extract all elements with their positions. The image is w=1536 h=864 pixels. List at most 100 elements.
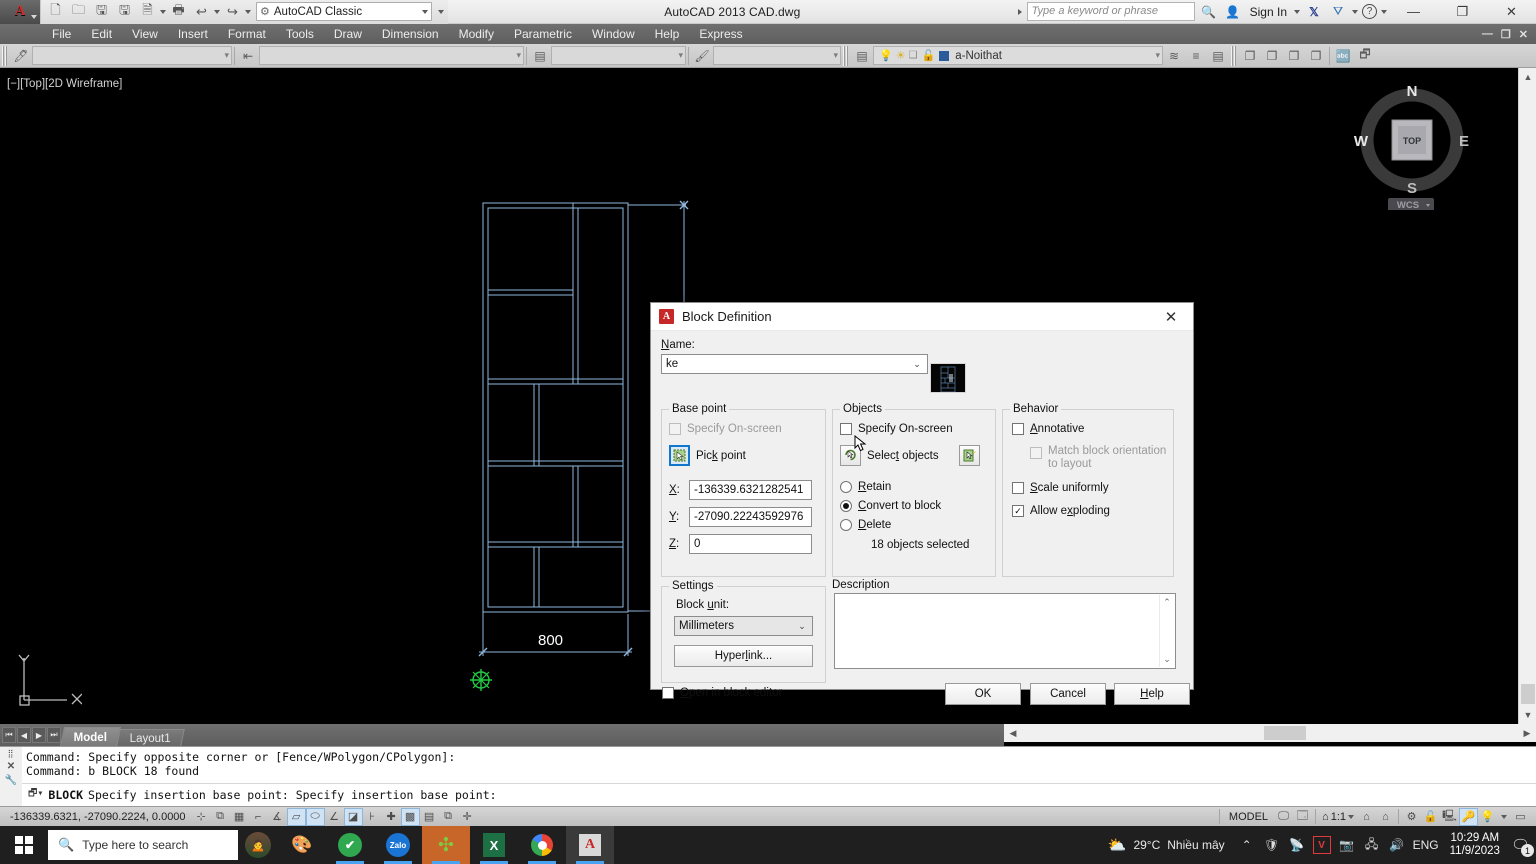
grid-display-icon[interactable]: ▦ <box>230 808 249 826</box>
taskbar-app-excel[interactable]: X <box>470 826 518 864</box>
bring-to-front-icon[interactable]: ❐ <box>1239 45 1261 67</box>
annotation-scale-control[interactable]: ⌂ 1:1 <box>1319 811 1357 823</box>
hyperlink-button[interactable]: Hyperlink... <box>674 645 813 667</box>
dynamic-input-icon[interactable]: ⊦ <box>363 808 382 826</box>
pick-point-row[interactable]: Pick point <box>669 445 825 466</box>
next-layout-button[interactable]: ▶ <box>32 727 46 743</box>
layer-control-combo[interactable]: 💡 ☀ ❑ 🔓 a-Noithat ▾ <box>873 46 1163 65</box>
draworder-toolbar-grip[interactable] <box>1231 45 1237 66</box>
dimension-style-combo[interactable]: ▾ <box>259 46 524 65</box>
layer-freeze-icon[interactable]: ☀ <box>893 49 906 62</box>
layer-match-icon[interactable]: ≡ <box>1185 45 1207 67</box>
command-drag-handle[interactable]: ⣿ <box>8 749 15 758</box>
clock[interactable]: 10:29 AM 11/9/2023 <box>1446 832 1504 858</box>
security-shield-icon[interactable]: 🛡 <box>1263 836 1281 854</box>
mleader-style-icon[interactable]: 🖌 <box>691 45 713 67</box>
autoscale-icon[interactable]: ⌂ <box>1376 808 1395 826</box>
chevron-down-icon[interactable] <box>1348 814 1354 819</box>
camera-icon[interactable]: 📷 <box>1338 836 1356 854</box>
allow-exploding-checkbox[interactable]: ✓ Allow exploding <box>1012 505 1173 517</box>
quick-properties-icon[interactable]: ▤ <box>420 808 439 826</box>
layer-vpfreeze-icon[interactable]: ❑ <box>906 50 918 61</box>
scroll-right-button[interactable]: ▶ <box>1518 724 1536 742</box>
network-icon[interactable]: 🖧 <box>1363 836 1381 854</box>
mleader-style-combo[interactable]: ▾ <box>713 46 841 65</box>
dialog-close-button[interactable]: ✕ <box>1149 303 1193 331</box>
block-name-input[interactable]: ke ⌄ <box>661 354 928 374</box>
plot-icon[interactable]: 🖶 <box>168 2 189 22</box>
base-y-input[interactable]: -27090.22243592976 <box>689 507 812 527</box>
autodesk-360-icon[interactable]: ⛛ <box>1328 2 1348 22</box>
bring-above-object-icon[interactable]: ❐ <box>1283 45 1305 67</box>
input-language[interactable]: ENG <box>1413 838 1439 852</box>
open-icon[interactable]: 🗀 <box>68 2 89 22</box>
plot-preview-dropdown-icon[interactable] <box>160 9 166 14</box>
dynamic-ucs-icon[interactable]: ◪ <box>343 807 363 826</box>
pick-point-button[interactable] <box>669 445 690 466</box>
dimension-style-icon[interactable]: ⇤ <box>237 45 259 67</box>
send-under-object-icon[interactable]: ❐ <box>1305 45 1327 67</box>
autodesk-360-dropdown-icon[interactable] <box>1352 9 1358 14</box>
save-icon[interactable]: 🖫 <box>91 2 112 22</box>
taskbar-app-unikey[interactable]: ✔ <box>326 826 374 864</box>
3d-object-snap-icon[interactable]: ⬭ <box>305 807 325 826</box>
menu-item-parametric[interactable]: Parametric <box>504 25 582 43</box>
wifi-icon[interactable]: 📡 <box>1288 836 1306 854</box>
delete-radio[interactable]: Delete <box>840 519 995 531</box>
menu-item-format[interactable]: Format <box>218 25 276 43</box>
menu-item-insert[interactable]: Insert <box>168 25 218 43</box>
taskbar-app-chrome[interactable] <box>518 826 566 864</box>
layer-properties-icon[interactable]: ▤ <box>851 45 873 67</box>
search-icon[interactable]: 🔍 <box>1199 2 1219 22</box>
scroll-up-button[interactable]: ⌃ <box>1163 597 1171 608</box>
base-specify-onscreen-checkbox[interactable]: Specify On-screen <box>669 423 825 435</box>
new-icon[interactable]: 🗋 <box>45 2 66 22</box>
unikey-v-icon[interactable]: V <box>1312 836 1331 854</box>
volume-icon[interactable]: 🔊 <box>1388 836 1406 854</box>
coordinates-display[interactable]: -136339.6321, -27090.2224, 0.0000 <box>0 811 192 823</box>
chevron-down-icon[interactable]: ⌄ <box>909 359 925 370</box>
status-bar-menu-icon[interactable]: 💡 <box>1478 808 1497 826</box>
exchange-apps-icon[interactable]: 𝕏 <box>1304 2 1324 22</box>
layer-states-icon[interactable]: ▤ <box>1207 45 1229 67</box>
retain-radio[interactable]: Retain <box>840 481 995 493</box>
lineweight-icon[interactable]: ✚ <box>382 808 401 826</box>
select-objects-button[interactable] <box>840 445 861 466</box>
scroll-down-button[interactable]: ⌄ <box>1163 654 1171 665</box>
workspace-switching-icon[interactable]: ⚙ <box>1402 808 1421 826</box>
close-button[interactable]: ✕ <box>1489 0 1534 24</box>
undo-dropdown-icon[interactable] <box>214 9 220 14</box>
start-button[interactable] <box>0 826 48 864</box>
ortho-mode-icon[interactable]: ⌐ <box>249 808 268 826</box>
status-bar-menu-chevron-icon[interactable] <box>1501 814 1507 819</box>
send-to-back-icon[interactable]: ❐ <box>1261 45 1283 67</box>
workspace-selector[interactable]: ⚙ AutoCAD Classic <box>256 2 432 21</box>
cancel-button[interactable]: Cancel <box>1030 683 1106 705</box>
annotative-checkbox[interactable]: Annotative <box>1012 423 1173 435</box>
tab-model[interactable]: Model <box>59 727 122 746</box>
scroll-up-button[interactable]: ▲ <box>1519 68 1536 86</box>
menu-item-view[interactable]: View <box>122 25 168 43</box>
chevron-down-icon[interactable]: ⌄ <box>794 621 810 632</box>
document-close-button[interactable]: ✕ <box>1519 28 1528 41</box>
taskbar-app-cortana[interactable]: 🙍 <box>238 826 278 864</box>
taskbar-app-zalo[interactable]: Zalo <box>374 826 422 864</box>
table-style-combo[interactable]: ▾ <box>551 46 686 65</box>
layer-color-swatch[interactable] <box>939 50 950 61</box>
weather-condition[interactable]: Nhiều mây <box>1167 838 1224 852</box>
menu-item-dimension[interactable]: Dimension <box>372 25 449 43</box>
command-close-icon[interactable]: ✕ <box>7 761 15 772</box>
horizontal-scrollbar[interactable]: ◀ ▶ <box>1004 724 1536 742</box>
snap-mode-icon[interactable]: ⧉ <box>211 808 230 826</box>
command-input[interactable]: 🗗▾ BLOCK Specify insertion base point: S… <box>22 783 1536 805</box>
layer-previous-icon[interactable]: ≋ <box>1163 45 1185 67</box>
redo-icon[interactable]: ↪ <box>222 2 243 22</box>
bring-text-to-front-icon[interactable]: 🔤 <box>1332 45 1354 67</box>
sign-in-button[interactable]: Sign In <box>1247 5 1290 19</box>
sign-in-dropdown-icon[interactable] <box>1294 9 1300 14</box>
description-scrollbar[interactable]: ⌃ ⌄ <box>1159 595 1174 667</box>
hardware-acceleration-icon[interactable]: 🖳 <box>1440 808 1459 826</box>
infocenter-expand-icon[interactable] <box>1017 8 1022 15</box>
text-style-icon[interactable]: 🖊 <box>10 45 32 67</box>
taskbar-app-autocad[interactable]: A <box>566 826 614 864</box>
